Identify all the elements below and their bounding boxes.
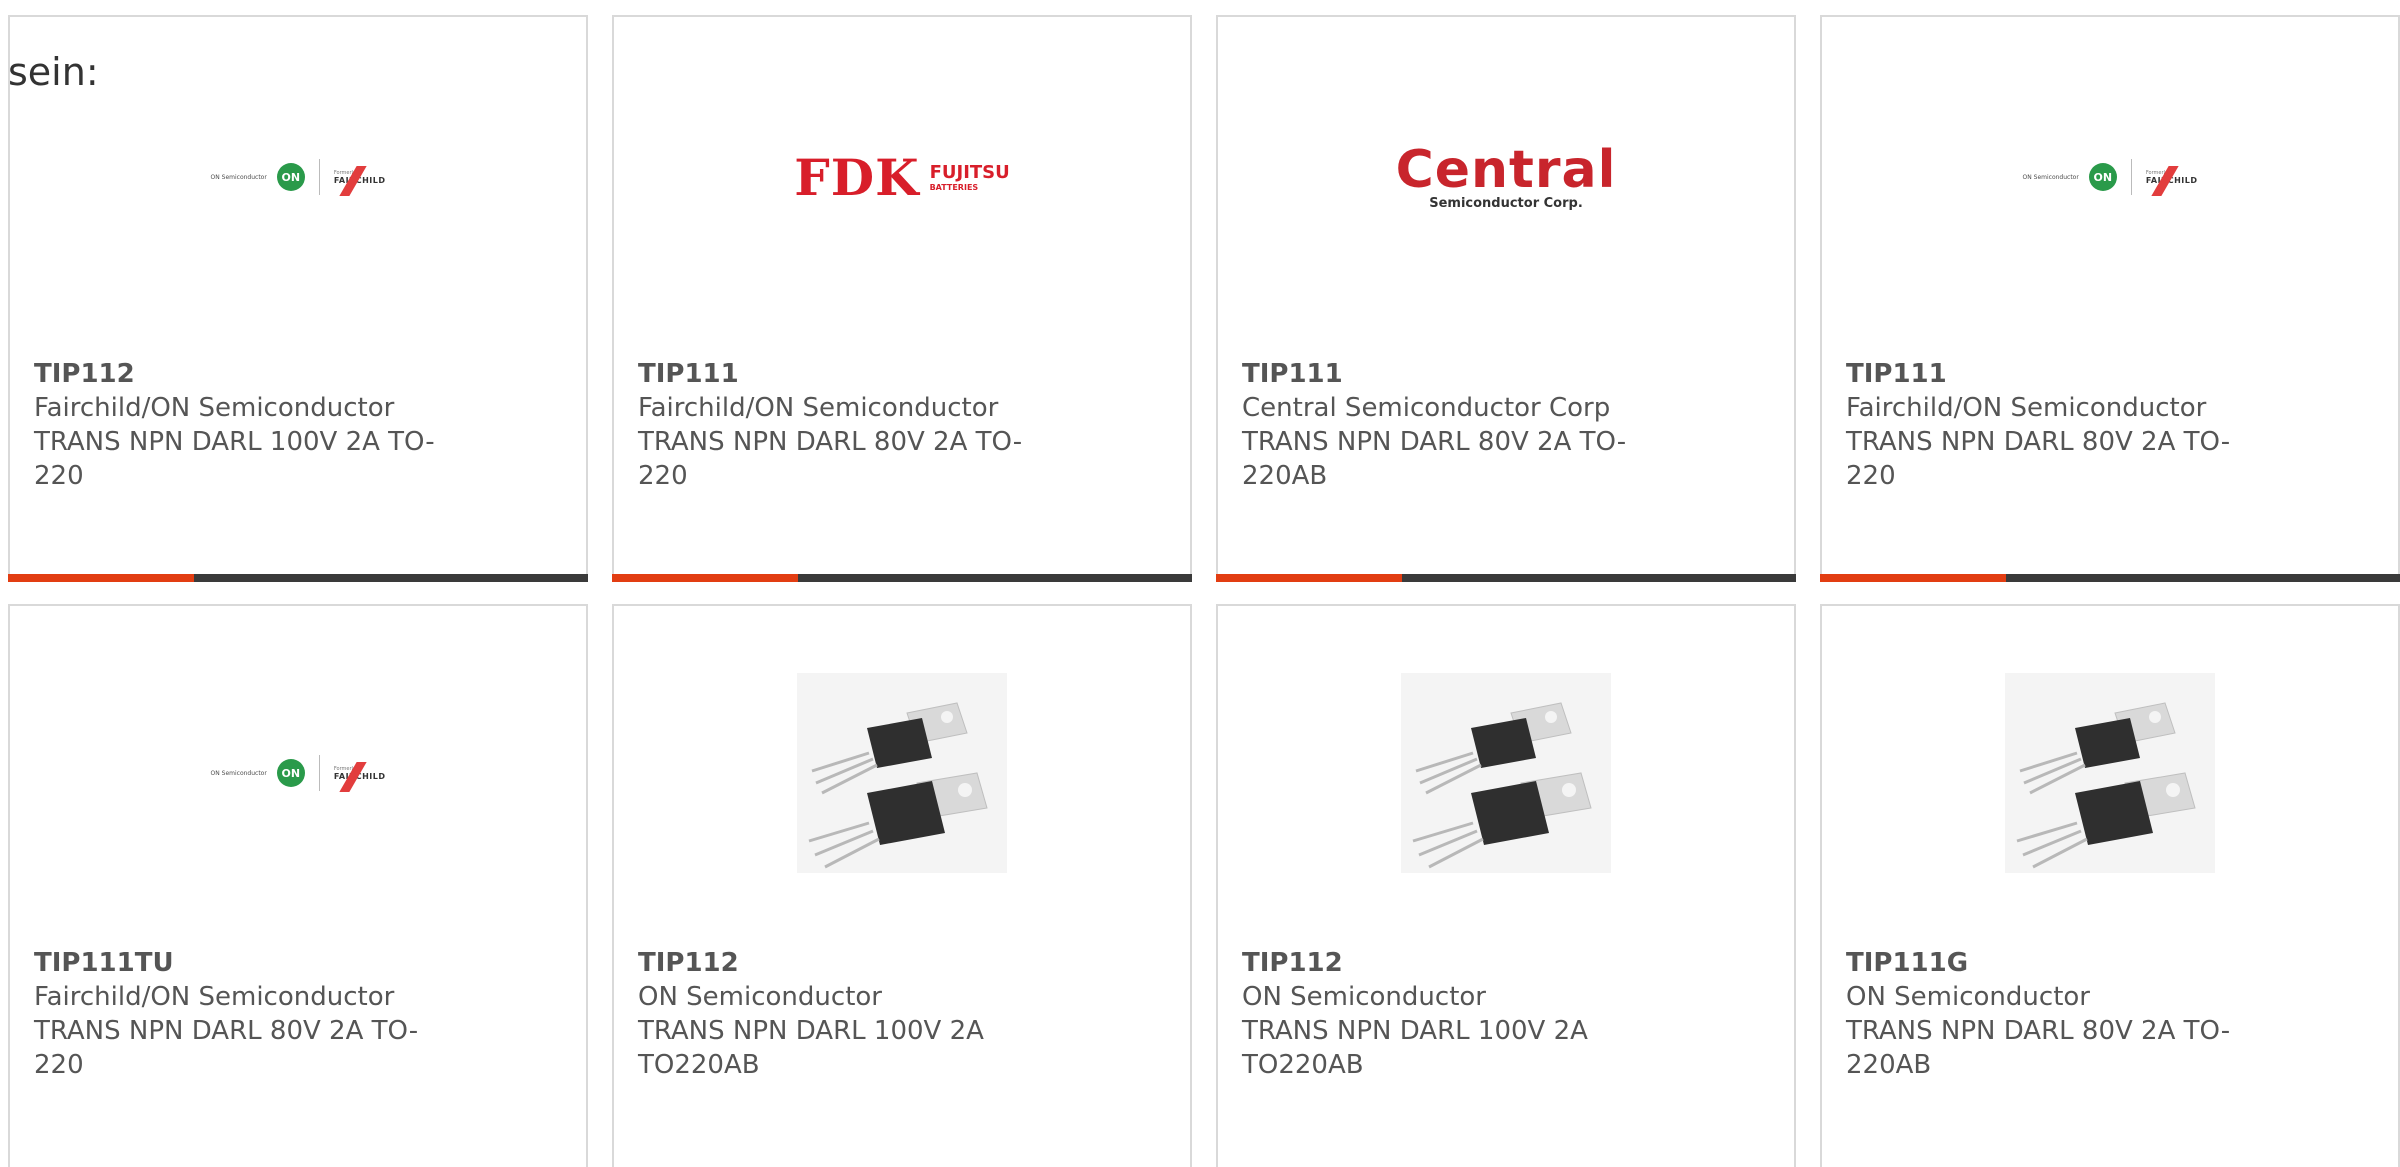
card-progress-fill xyxy=(8,574,194,582)
product-image xyxy=(614,668,1190,878)
fairchild-block: Formerly FAIRCHILD xyxy=(334,165,386,196)
on-badge-icon: ON xyxy=(276,759,305,787)
product-grid: ON Semiconductor ON Formerly FAIRCHILD T… xyxy=(8,15,2400,1167)
manufacturer-name: Fairchild/ON Semiconductor xyxy=(1846,393,2207,423)
logo-fujitsu-text: FUJITSU xyxy=(929,162,1010,183)
manufacturer-name: Central Semiconductor Corp xyxy=(1242,393,1611,423)
card-details: TIP111 Central Semiconductor Corp TRANS … xyxy=(1242,357,1662,493)
card-progress-bar xyxy=(1820,574,2400,582)
manufacturer-name: ON Semiconductor xyxy=(1242,982,1486,1012)
manufacturer-logo: ON Semiconductor ON Formerly FAIRCHILD xyxy=(10,668,586,878)
product-description: TRANS NPN DARL 80V 2A TO-220 xyxy=(34,1016,419,1080)
fdk-fujitsu-logo: FDK FUJITSU BATTERIES xyxy=(794,148,1010,207)
manufacturer-logo: ON Semiconductor ON Formerly FAIRCHILD xyxy=(1822,117,2398,237)
part-number[interactable]: TIP111 xyxy=(638,357,1058,391)
logo-fdk-text: FDK xyxy=(794,147,920,207)
logo-central-text: Central xyxy=(1395,139,1617,200)
card-details: TIP112 ON Semiconductor TRANS NPN DARL 1… xyxy=(638,946,1058,1082)
manufacturer-name: ON Semiconductor xyxy=(638,982,882,1012)
card-progress-fill xyxy=(612,574,798,582)
product-card[interactable]: TIP112 ON Semiconductor TRANS NPN DARL 1… xyxy=(612,604,1192,1167)
product-description: TRANS NPN DARL 80V 2A TO-220AB xyxy=(1242,427,1627,491)
on-badge-icon: ON xyxy=(276,163,305,191)
part-number[interactable]: TIP112 xyxy=(1242,946,1662,980)
card-progress-fill xyxy=(1216,574,1402,582)
fairchild-block: Formerly FAIRCHILD xyxy=(2146,165,2198,196)
to220-transistor-icon xyxy=(797,673,1007,873)
product-description: TRANS NPN DARL 80V 2A TO-220 xyxy=(638,427,1023,491)
product-card[interactable]: FDK FUJITSU BATTERIES TIP111 Fairchild/O… xyxy=(612,15,1192,582)
intro-text: sein: xyxy=(8,50,99,94)
logo-onsemi-text: ON Semiconductor xyxy=(210,769,267,777)
on-fairchild-logo: ON Semiconductor ON Formerly FAIRCHILD xyxy=(210,159,386,196)
manufacturer-logo: FDK FUJITSU BATTERIES xyxy=(614,117,1190,237)
to220-transistor-icon xyxy=(2005,673,2215,873)
logo-fairchild-text: FAIRCHILD xyxy=(2146,165,2198,196)
central-semiconductor-logo: Central Semiconductor Corp. xyxy=(1387,139,1625,218)
logo-batteries-text: BATTERIES xyxy=(929,183,979,192)
manufacturer-logo: ON Semiconductor ON Formerly FAIRCHILD xyxy=(10,117,586,237)
on-fairchild-logo: ON Semiconductor ON Formerly FAIRCHILD xyxy=(210,755,386,792)
card-progress-bar xyxy=(612,574,1192,582)
part-number[interactable]: TIP111TU xyxy=(34,946,454,980)
fairchild-block: Formerly FAIRCHILD xyxy=(334,761,386,792)
product-image xyxy=(1218,668,1794,878)
logo-onsemi-text: ON Semiconductor xyxy=(2022,173,2079,181)
manufacturer-name: Fairchild/ON Semiconductor xyxy=(638,393,999,423)
product-description: TRANS NPN DARL 100V 2A TO-220 xyxy=(34,427,435,491)
card-details: TIP111 Fairchild/ON Semiconductor TRANS … xyxy=(1846,357,2266,493)
part-number[interactable]: TIP111G xyxy=(1846,946,2266,980)
card-progress-bar xyxy=(1216,574,1796,582)
fujitsu-block: FUJITSU BATTERIES xyxy=(930,162,1010,192)
product-card[interactable]: Central Semiconductor Corp. TIP111 Centr… xyxy=(1216,15,1796,582)
product-description: TRANS NPN DARL 100V 2A TO220AB xyxy=(638,1016,984,1080)
product-card[interactable]: ON Semiconductor ON Formerly FAIRCHILD T… xyxy=(8,604,588,1167)
product-card[interactable]: ON Semiconductor ON Formerly FAIRCHILD T… xyxy=(1820,15,2400,582)
part-number[interactable]: TIP111 xyxy=(1242,357,1662,391)
to220-transistor-icon xyxy=(1401,673,1611,873)
card-details: TIP111G ON Semiconductor TRANS NPN DARL … xyxy=(1846,946,2266,1082)
logo-central-sub-text: Semiconductor Corp. xyxy=(1429,195,1583,211)
product-description: TRANS NPN DARL 100V 2A TO220AB xyxy=(1242,1016,1588,1080)
logo-divider xyxy=(318,159,320,195)
card-progress-fill xyxy=(1820,574,2006,582)
manufacturer-name: Fairchild/ON Semiconductor xyxy=(34,393,395,423)
product-card[interactable]: ON Semiconductor ON Formerly FAIRCHILD T… xyxy=(8,15,588,582)
logo-onsemi-text: ON Semiconductor xyxy=(210,173,267,181)
card-details: TIP112 Fairchild/ON Semiconductor TRANS … xyxy=(34,357,454,493)
product-card[interactable]: TIP112 ON Semiconductor TRANS NPN DARL 1… xyxy=(1216,604,1796,1167)
card-details: TIP112 ON Semiconductor TRANS NPN DARL 1… xyxy=(1242,946,1662,1082)
card-progress-bar xyxy=(8,574,588,582)
manufacturer-name: ON Semiconductor xyxy=(1846,982,2090,1012)
product-image xyxy=(1822,668,2398,878)
page: sein: ON Semiconductor ON Formerly FAIRC… xyxy=(0,0,2400,1167)
part-number[interactable]: TIP111 xyxy=(1846,357,2266,391)
manufacturer-name: Fairchild/ON Semiconductor xyxy=(34,982,395,1012)
logo-divider xyxy=(318,755,320,791)
part-number[interactable]: TIP112 xyxy=(34,357,454,391)
logo-fairchild-text: FAIRCHILD xyxy=(334,761,386,792)
card-details: TIP111TU Fairchild/ON Semiconductor TRAN… xyxy=(34,946,454,1082)
card-details: TIP111 Fairchild/ON Semiconductor TRANS … xyxy=(638,357,1058,493)
logo-fairchild-text: FAIRCHILD xyxy=(334,165,386,196)
product-description: TRANS NPN DARL 80V 2A TO-220AB xyxy=(1846,1016,2231,1080)
product-card[interactable]: TIP111G ON Semiconductor TRANS NPN DARL … xyxy=(1820,604,2400,1167)
on-fairchild-logo: ON Semiconductor ON Formerly FAIRCHILD xyxy=(2022,159,2198,196)
manufacturer-logo: Central Semiconductor Corp. xyxy=(1218,117,1794,237)
product-description: TRANS NPN DARL 80V 2A TO-220 xyxy=(1846,427,2231,491)
logo-divider xyxy=(2130,159,2132,195)
on-badge-icon: ON xyxy=(2088,163,2117,191)
part-number[interactable]: TIP112 xyxy=(638,946,1058,980)
